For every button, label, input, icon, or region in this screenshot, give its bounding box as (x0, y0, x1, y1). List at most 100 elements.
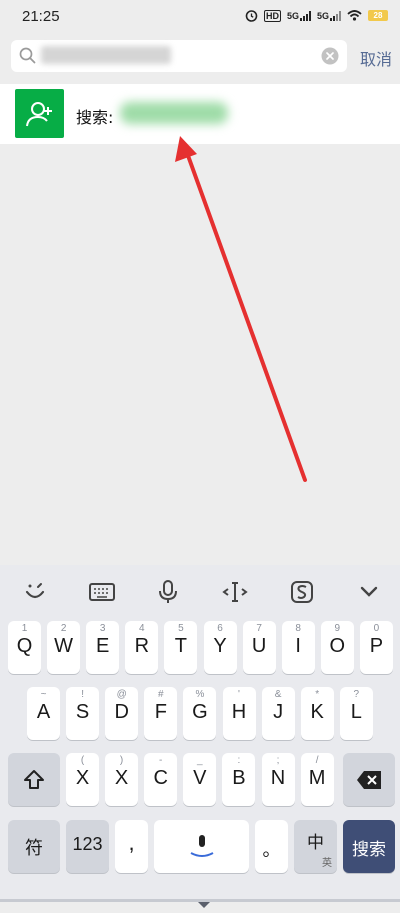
comma-key[interactable]: , (115, 820, 148, 873)
clear-icon[interactable] (321, 47, 339, 65)
keyboard-icon[interactable] (88, 578, 116, 606)
microphone-icon[interactable] (154, 578, 182, 606)
language-key-label: 中 (307, 833, 324, 852)
key-d-hint: @ (116, 689, 127, 700)
key-g[interactable]: % G (183, 687, 217, 740)
key-p[interactable]: 0P (359, 621, 393, 674)
search-result-row[interactable]: 搜索: (0, 84, 400, 144)
key-c-label: C (153, 767, 168, 789)
key-a-hint: ~ (40, 689, 47, 700)
key-n-label: N (270, 767, 286, 789)
comma-key-label: , (128, 830, 135, 855)
key-j[interactable]: & J (261, 687, 295, 740)
key-f-label: F (154, 701, 167, 723)
backspace-key[interactable] (343, 753, 395, 806)
add-contact-icon (15, 89, 64, 138)
key-l-hint: ? (353, 689, 360, 700)
emoji-icon[interactable] (21, 578, 49, 606)
voice-space-icon (190, 835, 214, 857)
battery-indicator: 28 (368, 10, 388, 21)
key-k-label: K (310, 701, 324, 723)
search-result-keyword-blurred (120, 102, 228, 124)
search-result-label: 搜索: (76, 108, 114, 127)
key-g-label: G (192, 701, 208, 723)
search-key-label: 搜索 (352, 840, 386, 859)
key-t-label: T (174, 635, 187, 657)
key-n-hint: ; (276, 755, 280, 766)
key-d[interactable]: @ D (105, 687, 139, 740)
key-u[interactable]: 7U (242, 621, 276, 674)
key-c[interactable]: -C (144, 753, 178, 806)
key-v-hint: _ (197, 755, 203, 766)
key-x[interactable]: (X (66, 753, 99, 806)
key-x-label: X (75, 767, 90, 789)
key-f[interactable]: # F (144, 687, 178, 740)
shift-key[interactable] (8, 753, 60, 806)
key-h-hint: ' (238, 689, 240, 700)
key-c-hint: - (159, 755, 163, 766)
key-q[interactable]: 1Q (8, 621, 41, 674)
key-t[interactable]: 5T (164, 621, 198, 674)
key-n[interactable]: ; N (261, 753, 295, 806)
status-bar: 21:25 HD 5G 5G 28 (0, 0, 400, 34)
key-w[interactable]: 2W (47, 621, 81, 674)
key-r-label: R (134, 635, 150, 657)
key-o-hint: 9 (334, 623, 341, 634)
key-s-hint: ! (81, 689, 84, 700)
key-v[interactable]: _ V (183, 753, 217, 806)
key-y-hint: 6 (217, 623, 223, 634)
key-k[interactable]: * K (300, 687, 334, 740)
key-o[interactable]: 9O (320, 621, 354, 674)
alarm-icon (245, 10, 258, 22)
key-w-hint: 2 (60, 623, 67, 634)
symbols-key[interactable]: 符 (8, 820, 60, 873)
key-b[interactable]: :B (222, 753, 256, 806)
key-i-hint: 8 (295, 623, 301, 634)
key-i-label: I (295, 635, 301, 657)
status-time: 21:25 (22, 8, 60, 25)
key-p-label: P (369, 635, 384, 657)
5g-signal-icon: 5G (317, 10, 341, 21)
key-a[interactable]: ~ A (27, 687, 60, 740)
search-input[interactable] (11, 40, 347, 72)
key-x-hint: ( (80, 755, 85, 766)
key-i[interactable]: 8I (281, 621, 315, 674)
key-m-hint: / (315, 755, 319, 766)
cancel-button[interactable]: 取消 (360, 46, 392, 70)
key-x[interactable]: ) X (105, 753, 139, 806)
search-key[interactable]: 搜索 (343, 820, 395, 873)
collapse-icon[interactable] (355, 578, 383, 606)
key-t-hint: 5 (178, 623, 184, 634)
key-h[interactable]: ' H (222, 687, 256, 740)
key-e[interactable]: 3E (86, 621, 120, 674)
key-m[interactable]: / M (300, 753, 334, 806)
key-r[interactable]: 4R (125, 621, 159, 674)
key-q-label: Q (16, 635, 33, 657)
key-m-label: M (308, 767, 326, 789)
key-l[interactable]: ? L (339, 687, 373, 740)
key-b-hint: : (237, 755, 241, 766)
key-p-hint: 0 (373, 623, 380, 634)
key-l-label: L (350, 701, 362, 723)
key-e-label: E (96, 635, 110, 657)
key-s[interactable]: ! S (66, 687, 100, 740)
period-key[interactable]: 。 (255, 820, 288, 873)
status-icons: HD 5G 5G 28 (245, 9, 388, 22)
space-key[interactable] (154, 820, 249, 873)
symbols-key-label: 符 (25, 838, 43, 858)
backspace-icon (357, 771, 381, 789)
key-y[interactable]: 6Y (203, 621, 237, 674)
language-key[interactable]: 中英 (294, 820, 337, 873)
key-u-label: U (251, 635, 267, 657)
key-a-label: A (36, 701, 51, 723)
key-s-label: S (75, 701, 90, 723)
key-o-label: O (329, 635, 346, 657)
period-key-label: 。 (262, 840, 281, 860)
key-x-hint: ) (119, 755, 124, 766)
numbers-key[interactable]: 123 (66, 820, 109, 873)
key-q-hint: 1 (21, 623, 28, 634)
search-bar: 取消 (0, 34, 400, 80)
cursor-icon[interactable] (221, 578, 249, 606)
sogou-logo-icon[interactable] (288, 578, 316, 606)
shift-icon (24, 770, 44, 789)
